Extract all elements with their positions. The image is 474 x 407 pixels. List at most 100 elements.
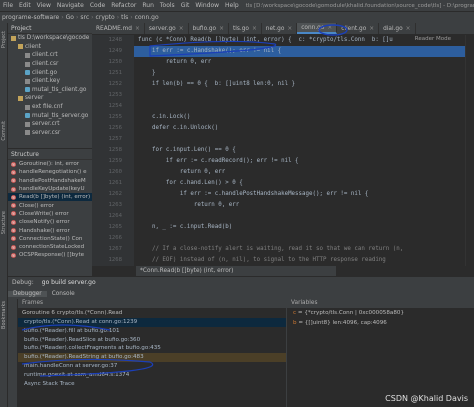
breadcrumb-item[interactable]: src (78, 14, 91, 21)
structure-item[interactable]: m OCSPResponse() []byte (8, 251, 92, 259)
breadcrumb-item[interactable]: Go (64, 14, 76, 21)
tree-row[interactable]: ext file.cnf (8, 103, 92, 112)
close-icon[interactable]: × (252, 26, 257, 32)
variable-row[interactable]: c = {*crypto/tls.Conn | 0xc000058a80} (287, 308, 474, 318)
structure-item[interactable]: m closeNotify() error (8, 218, 92, 226)
line-number: 1259 (108, 158, 122, 164)
editor-scrollbar[interactable] (465, 35, 474, 266)
tree-row[interactable]: server.csr (8, 129, 92, 138)
code-line: if len(b) == 0 { b: []uint8 len:0, nil } (138, 81, 296, 87)
structure-item[interactable]: m handleRenegotiation() e (8, 168, 92, 176)
tree-row[interactable]: mutal_tls_client.go (8, 86, 92, 95)
breadcrumb-item[interactable]: programe-software (0, 14, 61, 21)
tree-row[interactable]: client.crt (8, 51, 92, 60)
structure-item-label: Close() error (19, 202, 54, 209)
stack-frame[interactable]: runtime.goexit at asm_amd64.s:1374 (18, 371, 286, 380)
tree-row[interactable]: client (8, 43, 92, 52)
menu-item-navigate[interactable]: Navigate (54, 2, 87, 9)
go-file-icon (25, 113, 30, 119)
tab-bufio-go[interactable]: bufio.go × (189, 23, 229, 34)
tree-row-label: client.key (32, 78, 60, 85)
debug-tab[interactable]: Debug: (8, 279, 38, 286)
menu-item-window[interactable]: Window (192, 2, 222, 9)
menu-item-edit[interactable]: Edit (16, 2, 34, 9)
close-icon[interactable]: × (406, 26, 411, 32)
structure-item[interactable]: m Handshake() error (8, 226, 92, 234)
close-icon[interactable]: × (135, 26, 140, 32)
method-icon: m (11, 228, 16, 234)
variable-row[interactable]: b = {[]uint8} len:4096, cap:4096 (287, 318, 474, 328)
stack-frame[interactable]: Async Stack Trace (18, 380, 286, 389)
tree-row[interactable]: server (8, 94, 92, 103)
variable-name: c (293, 310, 297, 316)
structure-item[interactable]: m Goroutine(): int, error (8, 160, 92, 168)
stack-frame[interactable]: bufio.(*Reader).collectFragments at bufi… (18, 344, 286, 353)
breadcrumb-item[interactable]: tls (119, 14, 130, 21)
menu-item-help[interactable]: Help (222, 2, 242, 9)
file-icon (25, 121, 30, 127)
stack-frame[interactable]: bufio.(*Reader).fill at bufio.go:101 (18, 327, 286, 336)
reader-mode-toggle[interactable]: Reader Mode (412, 36, 453, 42)
tab-label: README.md (96, 25, 132, 32)
debug-subtab-console[interactable]: Console (47, 291, 80, 297)
tree-row[interactable]: client.key (8, 77, 92, 86)
code-line: // If a close-notify alert is waiting, r… (138, 246, 404, 252)
frame-list: crypto/tls.(*Conn).Read at conn.go:1239 b… (18, 318, 286, 388)
tool-strip-bookmarks[interactable]: Bookmarks (1, 301, 7, 329)
structure-item[interactable]: m connectionStateLocked (8, 243, 92, 251)
structure-item[interactable]: m handlePostHandshakeM (8, 177, 92, 185)
tool-strip-commit[interactable]: Commit (1, 121, 7, 141)
line-number-gutter[interactable]: 1248 1249 1250 1251 1252 1253 1254 1255 1256 1257… (92, 35, 134, 266)
close-icon[interactable]: × (179, 26, 184, 32)
tree-row[interactable]: client.csr (8, 60, 92, 69)
close-icon[interactable]: × (369, 26, 374, 32)
stack-frame[interactable]: main.handleConn at server.go:37 (18, 362, 286, 371)
tree-row-label: client.go (32, 69, 57, 76)
menu-item-git[interactable]: Git (178, 2, 193, 9)
structure-item[interactable]: m handleKeyUpdate(keyU (8, 185, 92, 193)
go-file-icon (25, 70, 30, 76)
tab-readme-md[interactable]: README.md × (92, 23, 145, 34)
breadcrumb-item[interactable]: conn.go (133, 14, 161, 21)
method-icon: m (11, 236, 16, 242)
debug-tab[interactable]: go build server.go (38, 279, 100, 286)
goroutine-selector[interactable]: Goroutine 6 crypto/tls.(*Conn).Read (18, 308, 286, 318)
menu-item-tools[interactable]: Tools (157, 2, 178, 9)
tree-row[interactable]: tls D:\workspace\gocode (8, 34, 92, 43)
structure-item[interactable]: m ConnectionState() Con (8, 235, 92, 243)
line-number: 1253 (108, 92, 122, 98)
tool-strip-project[interactable]: Project (1, 31, 7, 48)
structure-item[interactable]: m Read(b []byte) (int, error) (8, 193, 92, 202)
close-icon[interactable]: × (287, 26, 292, 32)
tool-strip-structure[interactable]: Structure (1, 211, 7, 234)
menu-item-code[interactable]: Code (87, 2, 108, 9)
tab-net-go[interactable]: net.go × (262, 23, 298, 34)
structure-item-label: Read(b []byte) (int, error) (19, 194, 91, 201)
menu-item-refactor[interactable]: Refactor (108, 2, 139, 9)
tab-client-go[interactable]: client.go × (337, 23, 380, 34)
tree-row[interactable]: server.crt (8, 120, 92, 129)
stack-frame[interactable]: crypto/tls.(*Conn).Read at conn.go:1239 (18, 318, 286, 327)
menu-item-run[interactable]: Run (139, 2, 157, 9)
menu-item-view[interactable]: View (34, 2, 54, 9)
tab-server-go[interactable]: server.go × (145, 23, 189, 34)
stack-frame[interactable]: bufio.(*Reader).ReadSlice at bufio.go:36… (18, 336, 286, 345)
debug-subtab-debugger[interactable]: Debugger (8, 290, 47, 297)
tree-row[interactable]: mutal_tls_server.go (8, 111, 92, 120)
tab-tls-go[interactable]: tls.go × (229, 23, 262, 34)
stack-frame[interactable]: bufio.(*Reader).ReadString at bufio.go:4… (18, 353, 286, 362)
close-icon[interactable]: × (219, 26, 224, 32)
breadcrumb-item[interactable]: crypto (94, 14, 117, 21)
line-number: 1264 (108, 213, 122, 219)
code-editor[interactable]: Reader Mode func (c *Conn) Read(b []byte… (134, 35, 465, 266)
code-line: for c.input.Len() == 0 { (138, 147, 236, 153)
file-icon (25, 130, 30, 136)
structure-item[interactable]: m CloseWrite() error (8, 210, 92, 218)
tree-row[interactable]: client.go (8, 68, 92, 77)
tab-conn-go[interactable]: conn.go × (297, 23, 338, 34)
tree-row-label: client (25, 43, 41, 50)
close-icon[interactable]: × (327, 25, 332, 31)
tab-dial-go[interactable]: dial.go × (379, 23, 416, 34)
menu-item-file[interactable]: File (0, 2, 16, 9)
structure-item[interactable]: m Close() error (8, 201, 92, 209)
